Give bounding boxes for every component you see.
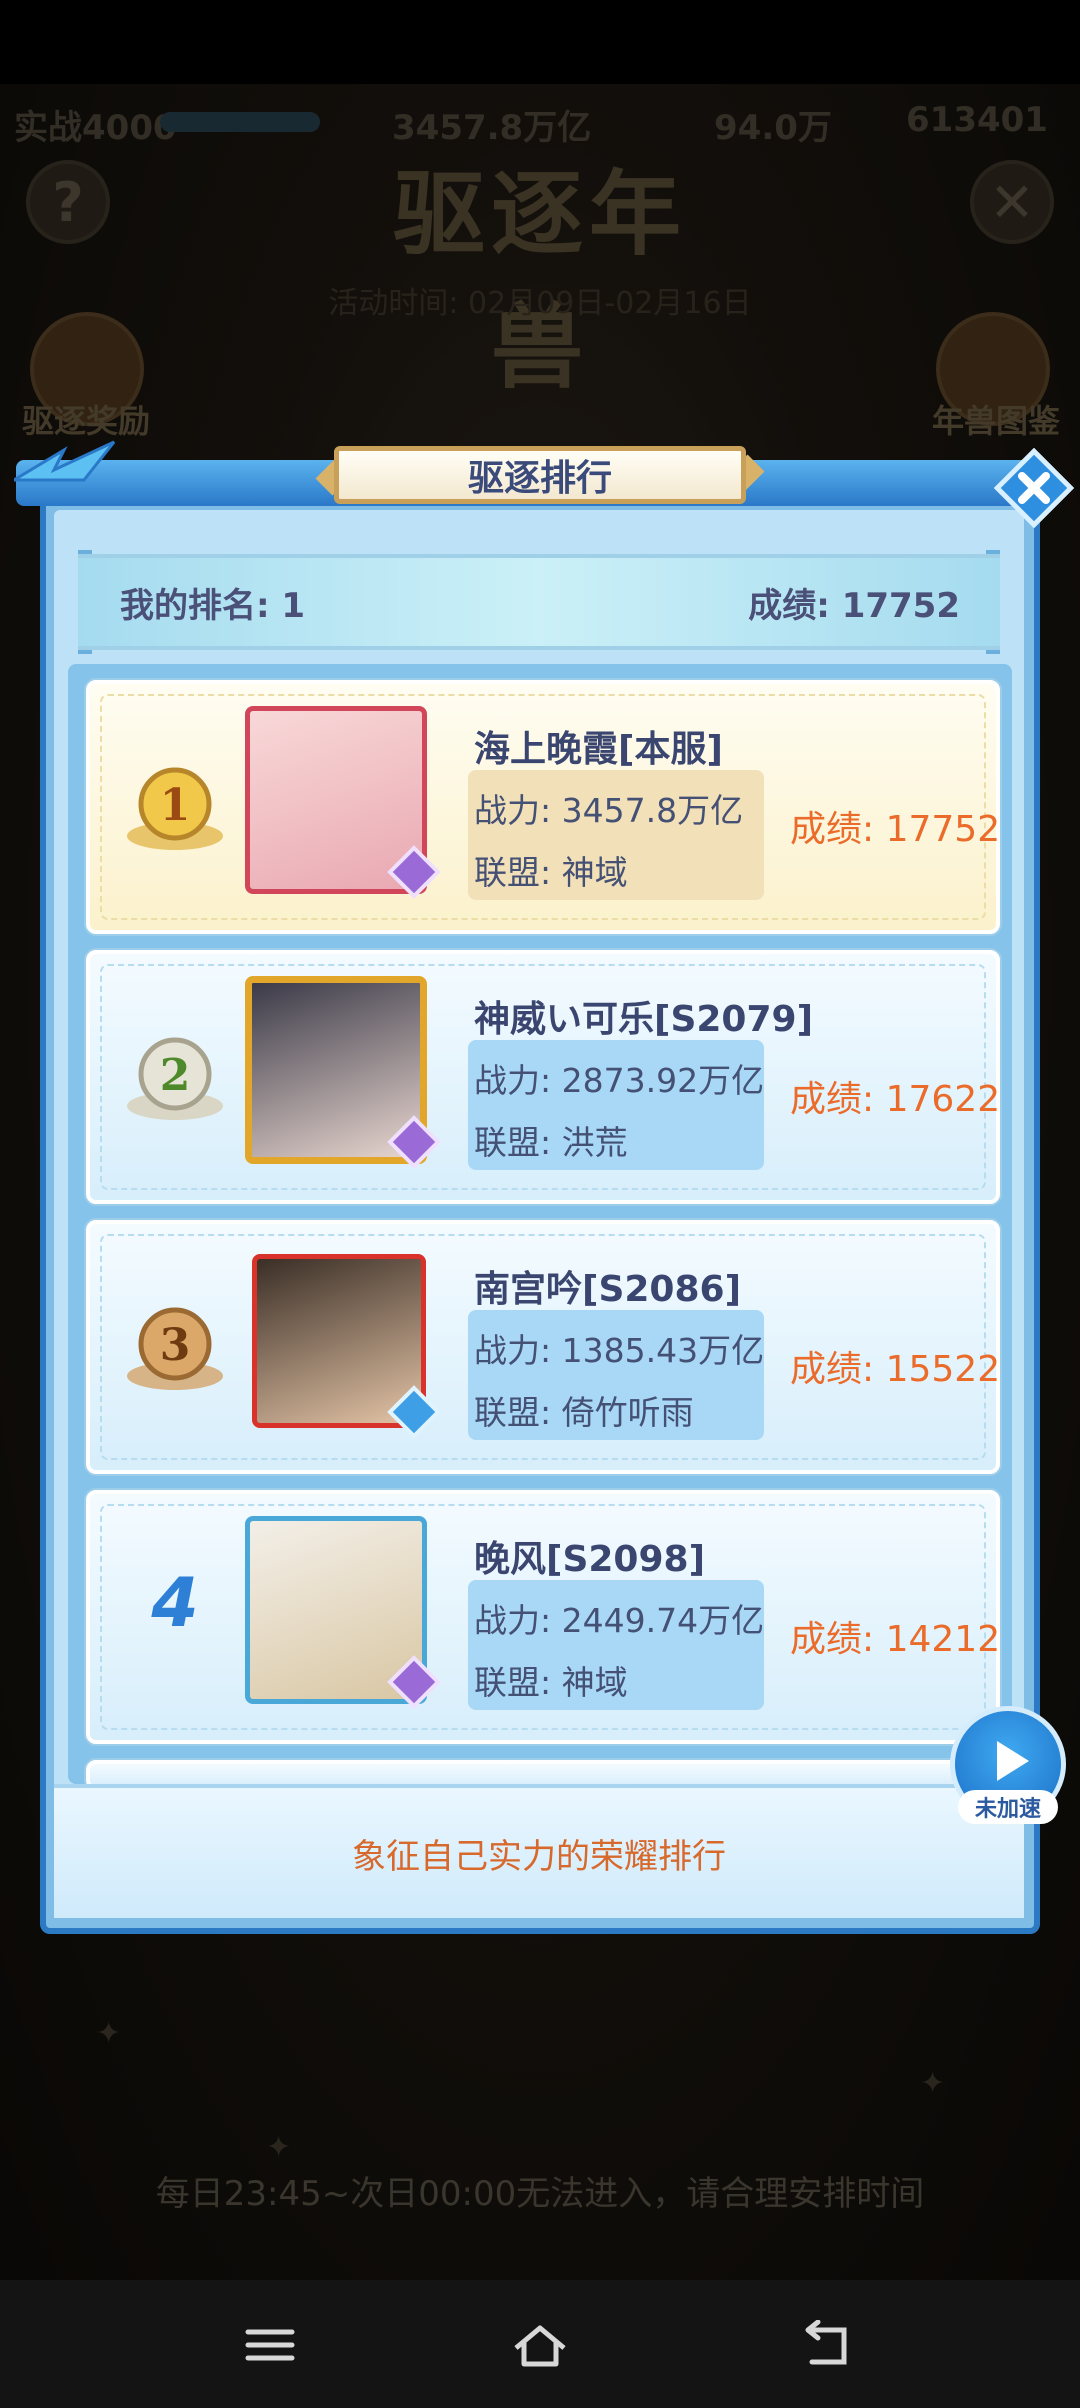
menu-icon[interactable]	[240, 2320, 300, 2370]
svg-text:3: 3	[160, 1320, 191, 1371]
player-power: 战力: 2449.74万亿	[474, 1601, 765, 1640]
player-power: 战力: 1385.43万亿	[474, 1331, 765, 1370]
bronze-medal-icon: 3	[127, 1307, 223, 1390]
gold-medal-icon: 1	[127, 767, 223, 850]
player-score: 成绩: 15522	[790, 1349, 1001, 1390]
player-name: 海上晚霞[本服]	[474, 729, 723, 770]
my-rank-label: 我的排名: 1	[120, 585, 306, 626]
player-alliance: 联盟: 神域	[474, 1663, 628, 1702]
back-icon[interactable]	[796, 2320, 856, 2370]
silver-medal-icon: 2	[127, 1037, 223, 1120]
game-screen: 实战4000 3457.8万亿 94.0万 613401 ? ✕ 驱逐年兽 活动…	[0, 0, 1080, 2408]
player-power: 战力: 3457.8万亿	[474, 791, 744, 830]
my-score-label: 成绩: 17752	[748, 585, 960, 626]
player-name: 神威い可乐[S2079]	[474, 999, 814, 1040]
ranking-row[interactable]: 4 晚风[S2098] 战力: 2449.74万亿 联盟: 神域 成绩: 142…	[86, 1490, 1000, 1744]
speed-label[interactable]: 未加速	[958, 1790, 1058, 1824]
ranking-row[interactable]: 2 神威い可乐[S2079] 战力: 2873.92万亿 联盟: 洪荒 成绩: …	[86, 950, 1000, 1204]
rank-badge-icon	[387, 1115, 441, 1169]
rank-number: 4	[151, 1564, 199, 1643]
player-score: 成绩: 17622	[790, 1079, 1001, 1120]
rank-badge-icon	[387, 1655, 441, 1709]
player-alliance: 联盟: 神域	[474, 853, 628, 892]
player-score: 成绩: 17752	[790, 809, 1001, 850]
player-name: 南宫吟[S2086]	[474, 1269, 742, 1310]
player-alliance: 联盟: 倚竹听雨	[474, 1393, 694, 1432]
player-name: 晚风[S2098]	[474, 1539, 706, 1580]
panel-footer: 象征自己实力的荣耀排行	[54, 1784, 1024, 1918]
ranking-row[interactable]: 3 南宫吟[S2086] 战力: 1385.43万亿 联盟: 倚竹听雨 成绩: …	[86, 1220, 1000, 1474]
close-icon[interactable]	[994, 448, 1074, 528]
player-alliance: 联盟: 洪荒	[474, 1123, 628, 1162]
player-power: 战力: 2873.92万亿	[474, 1061, 765, 1100]
svg-text:2: 2	[160, 1050, 191, 1101]
wing-decoration-icon	[14, 440, 116, 482]
svg-text:1: 1	[160, 780, 191, 831]
my-rank-bar: 我的排名: 1 成绩: 17752	[78, 554, 1000, 650]
player-score: 成绩: 14212	[790, 1619, 1001, 1660]
panel-title: 驱逐排行	[334, 446, 746, 504]
rank-badge-icon	[387, 1385, 441, 1439]
ranking-row[interactable]: 1 海上晚霞[本服] 战力: 3457.8万亿 联盟: 神域 成绩: 17752	[86, 680, 1000, 934]
home-icon[interactable]	[510, 2320, 570, 2370]
rank-badge-icon	[387, 845, 441, 899]
